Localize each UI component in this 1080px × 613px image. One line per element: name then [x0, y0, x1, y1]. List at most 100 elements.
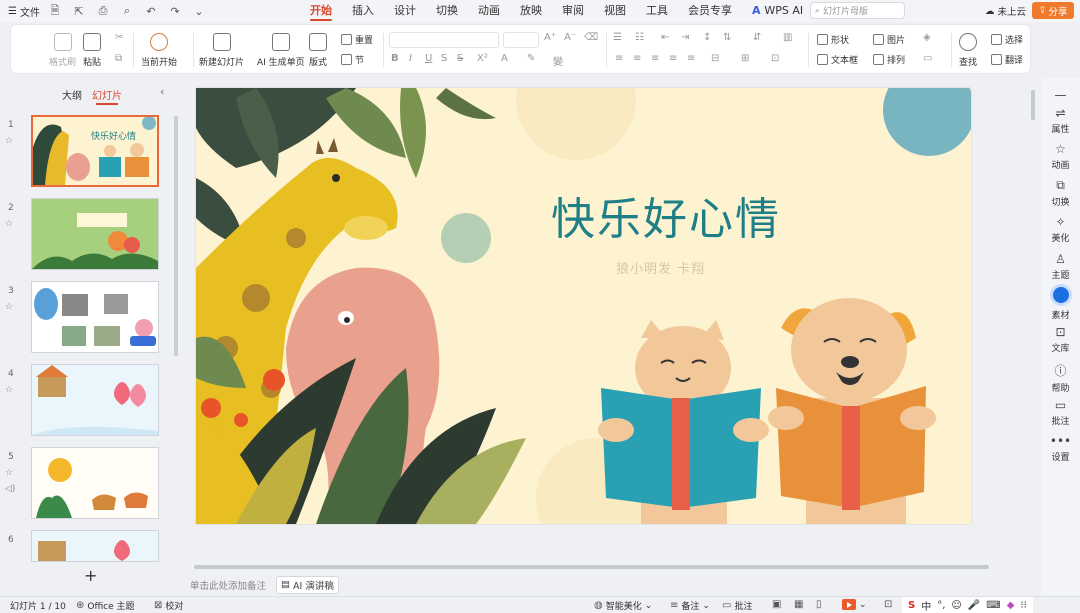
format-painter-button[interactable]: 格式刷	[49, 33, 76, 68]
slide-thumbnail-5[interactable]	[31, 447, 159, 519]
sidebar-item-settings[interactable]: ••• 设置	[1041, 434, 1080, 463]
add-slide-icon[interactable]: +	[84, 566, 97, 585]
paste-button[interactable]: 粘贴	[83, 33, 101, 68]
ime-menu-icon[interactable]: ⁝⁝	[1020, 600, 1026, 611]
font-family-select[interactable]	[389, 32, 499, 48]
slideshow-button[interactable]: ⌄	[842, 599, 867, 610]
find-button[interactable]: 查找	[959, 33, 977, 68]
tab-view[interactable]: 视图	[594, 0, 636, 22]
outline-icon[interactable]: ▭	[923, 53, 932, 64]
file-menu[interactable]: ☰ 文件	[8, 4, 40, 19]
redo-icon[interactable]: ↷	[166, 2, 184, 20]
fill-icon[interactable]: ◈	[923, 32, 931, 43]
section-button[interactable]: 节	[341, 53, 364, 66]
slide-title[interactable]: 快乐好心情	[551, 183, 781, 247]
align-center-icon[interactable]: ≡	[633, 53, 641, 64]
theme-indicator[interactable]: ⊕ Office 主题	[76, 599, 135, 612]
bold-icon[interactable]: B	[391, 53, 399, 64]
notes-placeholder[interactable]: 单击此处添加备注	[190, 578, 266, 592]
slide-sorter-icon[interactable]: ▦	[794, 599, 803, 610]
smart-art-icon[interactable]: ⊞	[741, 53, 749, 64]
superscript-icon[interactable]: X²	[477, 53, 488, 64]
distribute-icon[interactable]: ≡	[687, 53, 695, 64]
ime-punct[interactable]: °,	[937, 600, 945, 611]
sidebar-collapse-icon[interactable]: —	[1041, 88, 1080, 102]
slide-thumbnail-4[interactable]	[31, 364, 159, 436]
shadow-icon[interactable]: S	[441, 53, 447, 64]
export-icon[interactable]: ⇱	[70, 2, 88, 20]
sogou-icon[interactable]: S	[908, 600, 915, 611]
share-button[interactable]: ⇪ 分享	[1032, 2, 1074, 19]
scroll-thumb[interactable]	[1031, 90, 1035, 120]
tab-animation[interactable]: 动画	[468, 0, 510, 22]
align-right-icon[interactable]: ≡	[651, 53, 659, 64]
print-icon[interactable]: ⎙	[94, 2, 112, 20]
tab-wps-ai[interactable]: A WPS AI	[742, 0, 813, 22]
fit-window-icon[interactable]: ⊡	[884, 599, 892, 610]
sidebar-item-library[interactable]: ⊡ 文库	[1041, 325, 1080, 354]
preview-icon[interactable]: ⌕	[118, 2, 136, 20]
tab-outline[interactable]: 大纲	[62, 87, 82, 102]
more-dropdown-icon[interactable]: ⌄	[190, 2, 208, 20]
notes-toggle[interactable]: ≡ 备注 ⌄	[670, 599, 710, 612]
select-button[interactable]: 选择	[991, 33, 1023, 46]
cut-icon[interactable]: ✂	[115, 32, 123, 43]
smart-beautify-button[interactable]: ◍ 智能美化 ⌄	[594, 599, 652, 612]
justify-icon[interactable]: ≡	[669, 53, 677, 64]
indent-increase-icon[interactable]: ⇥	[681, 32, 689, 43]
reset-button[interactable]: 重置	[341, 33, 373, 46]
ai-single-page-button[interactable]: AI 生成单页	[257, 33, 305, 68]
ime-chinese[interactable]: 中	[921, 598, 931, 613]
current-slide[interactable]: 快乐好心情 狼小明发 卡翔	[196, 88, 971, 524]
text-direction-icon[interactable]: ⇅	[723, 32, 731, 43]
slide-thumbnail-2[interactable]	[31, 198, 159, 270]
skin-icon[interactable]: ◆	[1007, 600, 1015, 611]
cloud-status[interactable]: ☁ 未上云	[985, 4, 1026, 19]
sidebar-item-properties[interactable]: ⇌ 属性	[1041, 106, 1080, 135]
font-shrink-icon[interactable]: A⁻	[564, 32, 576, 43]
tab-home[interactable]: 开始	[300, 0, 342, 22]
collapse-panel-icon[interactable]: ‹	[160, 85, 164, 98]
ime-voice[interactable]: 🎤	[968, 600, 980, 611]
font-grow-icon[interactable]: A⁺	[544, 32, 556, 43]
tab-slides[interactable]: 幻灯片	[92, 87, 122, 105]
from-current-button[interactable]: 当前开始	[141, 33, 177, 68]
text-box-align-icon[interactable]: ⊡	[771, 53, 779, 64]
sidebar-item-transition[interactable]: ⧉ 切换	[1041, 178, 1080, 208]
slide-subtitle[interactable]: 狼小明发 卡翔	[616, 258, 705, 277]
sidebar-item-comments[interactable]: ▭ 批注	[1041, 398, 1080, 427]
sidebar-item-assets[interactable]: 素材	[1041, 284, 1080, 321]
textbox-button[interactable]: 文本框	[817, 53, 858, 66]
comments-toggle[interactable]: ▭ 批注	[722, 599, 752, 612]
arrange-button[interactable]: 排列	[873, 53, 905, 66]
clear-format-icon[interactable]: ⌫	[584, 32, 598, 43]
italic-icon[interactable]: I	[409, 53, 412, 64]
underline-icon[interactable]: U	[425, 53, 432, 64]
panel-scrollbar[interactable]	[174, 116, 178, 356]
slide-thumbnail-3[interactable]	[31, 281, 159, 353]
sidebar-item-help[interactable]: ⓘ 帮助	[1041, 362, 1080, 394]
scroll-thumb[interactable]	[194, 565, 989, 569]
vertical-scrollbar[interactable]	[1030, 88, 1036, 558]
tab-vip[interactable]: 会员专享	[678, 0, 742, 22]
vertical-align-icon[interactable]: ⊟	[711, 53, 719, 64]
sidebar-item-animation[interactable]: ☆ 动画	[1041, 142, 1080, 171]
strikethrough-icon[interactable]: S	[457, 53, 463, 64]
tab-tools[interactable]: 工具	[636, 0, 678, 22]
reading-view-icon[interactable]: ▯	[816, 599, 822, 610]
ime-emoji[interactable]: ☺	[951, 600, 961, 611]
line-spacing-icon[interactable]: ↕	[703, 32, 711, 43]
save-icon[interactable]: 🗎	[46, 2, 64, 20]
char-spacing-icon[interactable]: 變	[553, 53, 563, 68]
tab-insert[interactable]: 插入	[342, 0, 384, 22]
tab-slideshow[interactable]: 放映	[510, 0, 552, 22]
columns-icon[interactable]: ▥	[783, 32, 792, 43]
bullets-icon[interactable]: ☰	[613, 32, 622, 43]
undo-icon[interactable]: ↶	[142, 2, 160, 20]
picture-button[interactable]: 图片	[873, 33, 905, 46]
ai-speech-button[interactable]: ▤ AI 演讲稿	[276, 575, 339, 594]
copy-icon[interactable]: ⧉	[115, 53, 122, 64]
tab-design[interactable]: 设计	[384, 0, 426, 22]
layout-button[interactable]: 版式	[309, 33, 327, 68]
proofread-button[interactable]: ⊠ 校对	[154, 599, 183, 612]
